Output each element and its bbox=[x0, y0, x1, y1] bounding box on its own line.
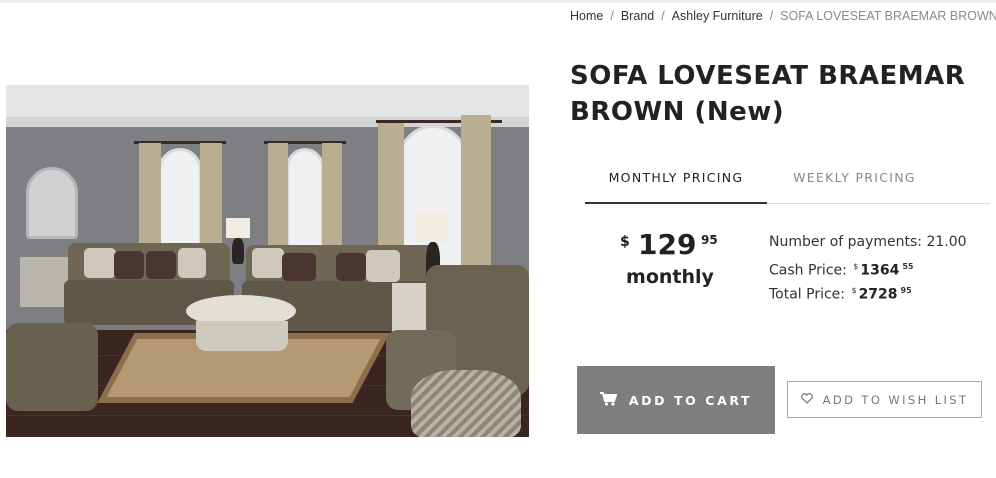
image-mirror bbox=[26, 167, 78, 239]
heart-icon bbox=[800, 392, 823, 407]
image-pillow bbox=[336, 253, 366, 281]
top-border bbox=[0, 0, 996, 3]
image-pillow bbox=[282, 253, 316, 281]
total-price-cents: 95 bbox=[900, 286, 912, 295]
image-lamp-shade bbox=[226, 218, 250, 238]
price-cents: 95 bbox=[701, 233, 718, 247]
product-title: SOFA LOVESEAT BRAEMAR BROWN (New) bbox=[570, 61, 966, 127]
payments-value: 21.00 bbox=[926, 234, 967, 250]
total-price-whole: 2728 bbox=[858, 286, 898, 303]
image-lamp-base bbox=[232, 238, 244, 264]
image-pillow bbox=[178, 248, 206, 278]
breadcrumb-separator: / bbox=[610, 9, 614, 23]
payments-label: Number of payments: bbox=[769, 234, 923, 250]
image-left-ottoman bbox=[6, 323, 98, 411]
image-window bbox=[158, 148, 202, 258]
breadcrumb-brand[interactable]: Brand bbox=[621, 9, 654, 23]
monthly-price: $ 129 95 bbox=[620, 228, 720, 262]
breadcrumb-ashley-furniture[interactable]: Ashley Furniture bbox=[672, 9, 763, 23]
tab-monthly-pricing[interactable]: MONTHLY PRICING bbox=[585, 160, 767, 204]
image-pillow bbox=[252, 248, 284, 278]
product-image[interactable] bbox=[6, 85, 529, 437]
cart-icon bbox=[599, 391, 629, 409]
image-side-table bbox=[20, 257, 68, 307]
image-pillow bbox=[146, 251, 176, 279]
price-unit: monthly bbox=[626, 266, 714, 288]
image-pillow bbox=[84, 248, 116, 278]
tab-weekly-pricing[interactable]: WEEKLY PRICING bbox=[767, 160, 942, 204]
image-coffee-table-base bbox=[196, 321, 288, 351]
image-pillow bbox=[366, 250, 400, 282]
breadcrumb-separator: / bbox=[661, 9, 665, 23]
payments-row: Number of payments: 21.00 bbox=[769, 231, 994, 256]
total-price-currency: $ bbox=[851, 286, 857, 295]
price-whole: 129 bbox=[638, 228, 697, 261]
price-currency: $ bbox=[620, 234, 630, 250]
total-price-label: Total Price: bbox=[769, 286, 846, 303]
add-to-wish-list-button[interactable]: ADD TO WISH LIST bbox=[787, 381, 982, 418]
image-pouf bbox=[411, 370, 521, 437]
cash-price-currency: $ bbox=[853, 261, 859, 271]
total-price-row: Total Price: $2728 95 bbox=[769, 280, 994, 305]
cash-price-whole: 1364 bbox=[860, 262, 900, 279]
breadcrumb-home[interactable]: Home bbox=[570, 9, 603, 23]
breadcrumb-separator: / bbox=[769, 9, 774, 23]
add-to-wish-list-label: ADD TO WISH LIST bbox=[822, 392, 969, 407]
image-pillow bbox=[114, 251, 144, 279]
breadcrumb-current: SOFA LOVESEAT BRAEMAR BROWN (New) bbox=[780, 9, 996, 23]
image-lamp-shade bbox=[416, 212, 448, 242]
breadcrumb: Home / Brand / Ashley Furniture / SOFA LOVESEA… bbox=[570, 9, 996, 27]
cash-price-label: Cash Price: bbox=[769, 262, 847, 279]
add-to-cart-button[interactable]: ADD TO CART bbox=[577, 366, 775, 434]
add-to-cart-label: ADD TO CART bbox=[628, 392, 753, 408]
price-details: Number of payments: 21.00 Cash Price: $1… bbox=[769, 231, 994, 305]
cash-price-cents: 55 bbox=[902, 261, 914, 271]
cash-price-row: Cash Price: $1364 55 bbox=[769, 256, 994, 281]
pricing-tabs: MONTHLY PRICING WEEKLY PRICING bbox=[585, 160, 990, 204]
